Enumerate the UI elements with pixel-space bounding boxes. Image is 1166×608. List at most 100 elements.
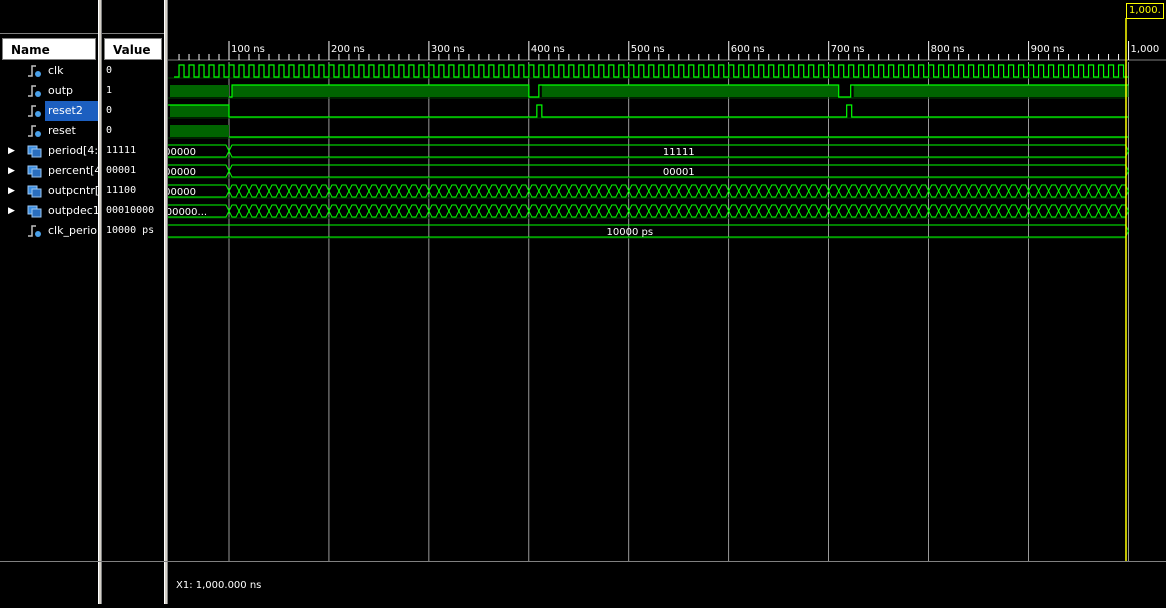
- outpdec-bus-segment: [798, 204, 810, 218]
- outpdec-bus-segment: [488, 204, 500, 218]
- outpdec-bus-segment: [598, 204, 610, 218]
- outpdec-bus-segment: [848, 204, 860, 218]
- outpcntr-bus-segment: [648, 184, 660, 198]
- signal-value: 11111: [106, 145, 137, 156]
- outpcntr-bus-segment: [568, 184, 580, 198]
- clk-waveform: [174, 64, 1129, 78]
- signal-row-outpcntr[interactable]: ▶ outpcntr[: [0, 181, 98, 201]
- outpcntr-bus-segment: [598, 184, 610, 198]
- outpdec-bus-segment: [518, 204, 530, 218]
- signal-row-clkperio[interactable]: clk_perio: [0, 221, 98, 241]
- outpcntr-bus-segment: [238, 184, 250, 198]
- outpdec-bus-segment: [668, 204, 680, 218]
- outpdec-bus-segment: [368, 204, 380, 218]
- bus-signal-icon: [27, 184, 43, 198]
- signal-row-reset[interactable]: reset: [0, 121, 98, 141]
- signal-row-outp[interactable]: outp: [0, 81, 98, 101]
- waveform-canvas[interactable]: 100 ns 200 ns 300 ns 400 ns 500 ns 600 ns 700 …: [130, 0, 1166, 604]
- outpdec-bus-segment: [508, 204, 520, 218]
- outpdec-bus-segment: [688, 204, 700, 218]
- outpdec-bus-segment: [338, 204, 350, 218]
- value-column-header[interactable]: Value: [104, 38, 162, 60]
- outpdec-bus-segment: [1117, 204, 1130, 218]
- outpcntr-bus-segment: [1108, 184, 1120, 198]
- outpdec-bus-segment: [738, 204, 750, 218]
- outpcntr-bus-segment: [438, 184, 450, 198]
- bus-signal-icon: [27, 144, 43, 158]
- outpdec-bus-segment: [628, 204, 640, 218]
- footer-divider: [0, 561, 1166, 562]
- outpdec-bus-segment: [1028, 204, 1040, 218]
- name-column-header[interactable]: Name: [2, 38, 96, 60]
- outpdec-bus-segment: [988, 204, 1000, 218]
- outpdec-bus-segment: [258, 204, 270, 218]
- outpcntr-bus-segment: [518, 184, 530, 198]
- period-bus-label: 00000: [168, 147, 196, 158]
- outpdec-bus-segment: [748, 204, 760, 218]
- signal-row-outpdec1[interactable]: ▶ outpdec1: [0, 201, 98, 221]
- signal-value: 0: [106, 125, 113, 136]
- outpdec-bus-segment: [318, 204, 330, 218]
- constant-signal-icon: [27, 224, 43, 238]
- value-pane-top: [102, 0, 164, 34]
- outpdec-bus-segment: [858, 204, 870, 218]
- outpdec-bus-segment: [498, 204, 510, 218]
- signal-name: outpdec1: [48, 204, 98, 217]
- outpdec-bus-segment: [408, 204, 420, 218]
- outpcntr-bus-segment: [328, 184, 340, 198]
- signal-row-percent4[interactable]: ▶ percent[4: [0, 161, 98, 181]
- outpcntr-bus-segment: [298, 184, 310, 198]
- outpdec-bus-segment: [778, 204, 790, 218]
- signal-name-pane: Name clk outp reset2 reset ▶ period[4:0 ▶ perce…: [0, 0, 98, 604]
- outpcntr-bus-segment: [428, 184, 440, 198]
- signal-row-period40[interactable]: ▶ period[4:0: [0, 141, 98, 161]
- signal-value: 1: [106, 85, 113, 96]
- outpdec-bus-segment: [648, 204, 660, 218]
- outpdec-bus-segment: [428, 204, 440, 218]
- outpdec-bus-segment: [818, 204, 830, 218]
- cursor-time-flag[interactable]: 1,000.: [1126, 3, 1164, 19]
- percent-bus-label: 00001: [663, 167, 695, 178]
- reset-high-band: [170, 125, 229, 137]
- outpcntr-bus-segment: [808, 184, 820, 198]
- outpcntr-bus-segment: [608, 184, 620, 198]
- outpdec-bus-label: 0000000...: [168, 207, 207, 218]
- outpcntr-bus-segment: [578, 184, 590, 198]
- outpcntr-bus-segment: [658, 184, 670, 198]
- outpdec-bus-segment: [768, 204, 780, 218]
- outpcntr-bus-segment: [938, 184, 950, 198]
- outpdec-bus-segment: [638, 204, 650, 218]
- expand-arrow-icon[interactable]: ▶: [8, 201, 15, 221]
- outpdec-bus-segment: [708, 204, 720, 218]
- outpdec-bus-segment: [758, 204, 770, 218]
- outpcntr-bus-segment: [418, 184, 430, 198]
- outpcntr-bus-segment: [268, 184, 280, 198]
- waveform-pane[interactable]: 100 ns 200 ns 300 ns 400 ns 500 ns 600 ns 700 …: [130, 0, 1166, 604]
- outpcntr-bus-segment: [1117, 184, 1130, 198]
- outpcntr-bus-segment: [868, 184, 880, 198]
- expand-arrow-icon[interactable]: ▶: [8, 181, 15, 201]
- outpdec-bus-segment: [528, 204, 540, 218]
- clk-period-bus-label: 10000 ps: [607, 227, 654, 238]
- outpcntr-bus-segment: [478, 184, 490, 198]
- outpcntr-bus-segment: [698, 184, 710, 198]
- outpcntr-bus-segment: [888, 184, 900, 198]
- logic-signal-icon: [27, 104, 43, 118]
- outpcntr-bus-segment: [348, 184, 360, 198]
- outpdec-bus-segment: [828, 204, 840, 218]
- outpcntr-bus-segment: [588, 184, 600, 198]
- signal-name: period[4:0: [48, 144, 98, 157]
- outpcntr-bus-segment: [618, 184, 630, 198]
- outpdec-bus-segment: [418, 204, 430, 218]
- signal-row-reset2[interactable]: reset2: [0, 101, 98, 121]
- signal-row-clk[interactable]: clk: [0, 61, 98, 81]
- expand-arrow-icon[interactable]: ▶: [8, 141, 15, 161]
- outpcntr-bus-label: 00000: [168, 187, 196, 198]
- signal-name: percent[4: [48, 164, 98, 177]
- outpdec-bus-segment: [248, 204, 260, 218]
- expand-arrow-icon[interactable]: ▶: [8, 161, 15, 181]
- outpcntr-bus-segment: [398, 184, 410, 198]
- ruler-tick-label: 500 ns: [631, 44, 665, 55]
- outpdec-bus-segment: [278, 204, 290, 218]
- outpcntr-bus-segment: [898, 184, 910, 198]
